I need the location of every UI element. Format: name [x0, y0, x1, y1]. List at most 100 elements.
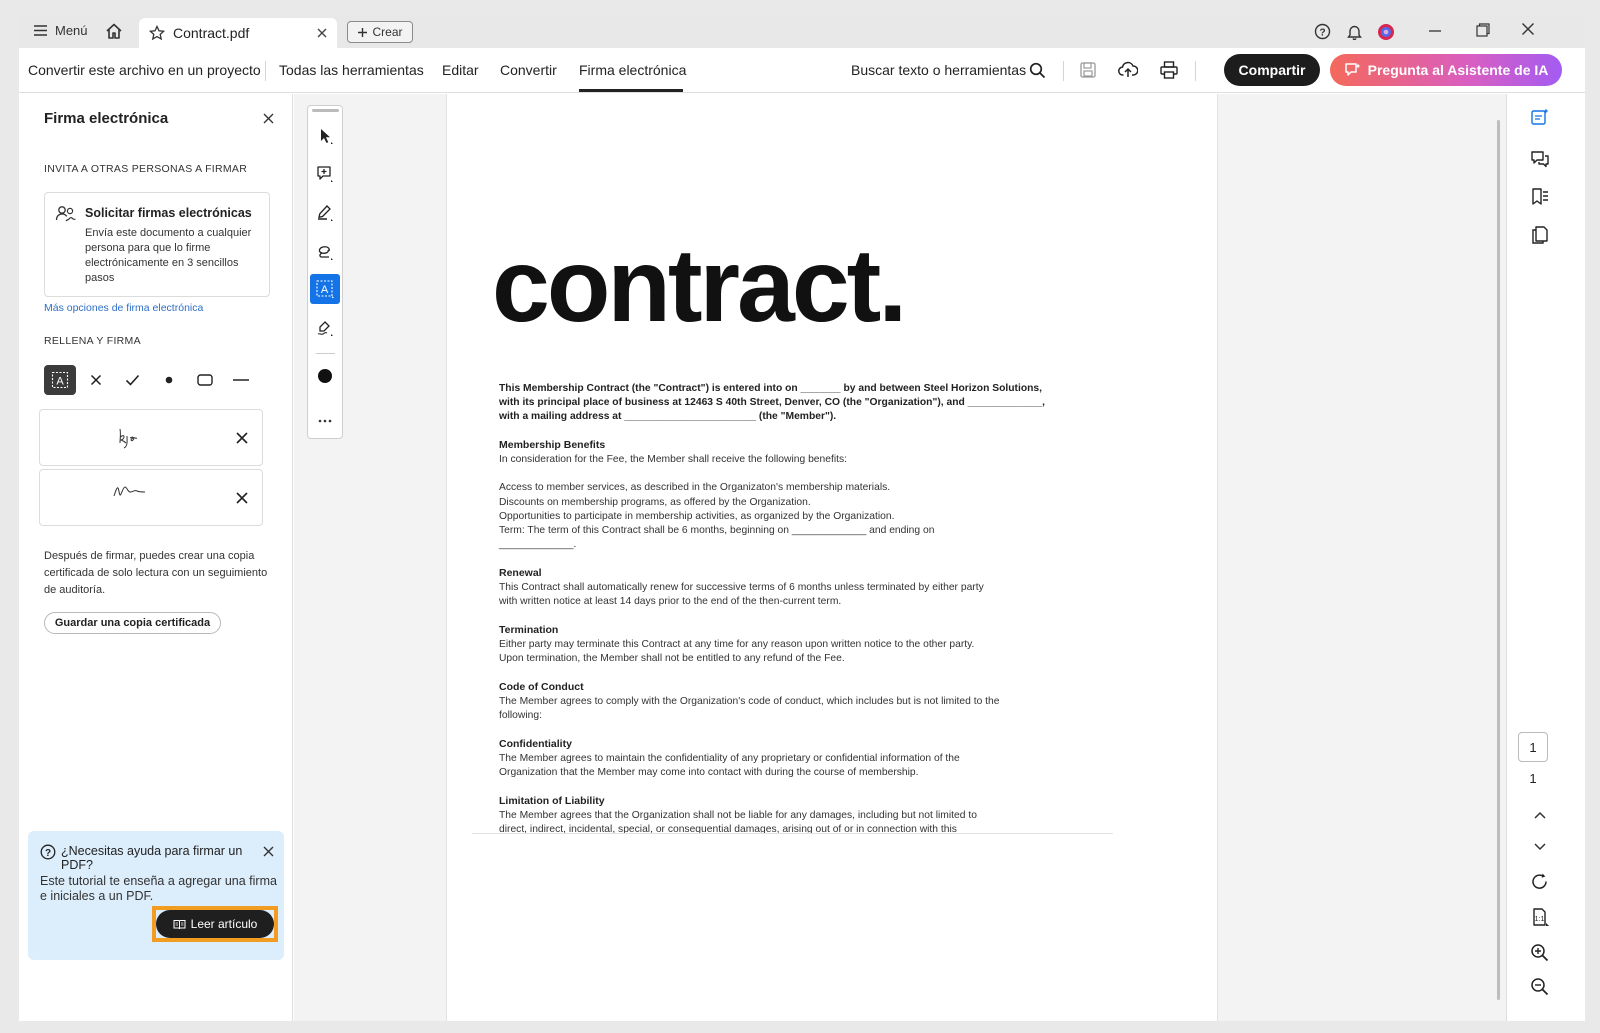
menu-label: Menú — [55, 23, 88, 38]
upload-cloud-icon[interactable] — [1118, 60, 1138, 80]
svg-text:A: A — [321, 284, 329, 296]
more-tools[interactable] — [310, 406, 340, 436]
zoom-in-icon[interactable] — [1527, 940, 1553, 966]
print-icon[interactable] — [1159, 60, 1179, 80]
invite-heading: INVITA A OTRAS PERSONAS A FIRMAR — [44, 163, 248, 175]
delete-initials-icon[interactable] — [236, 432, 248, 444]
svg-text:1:1: 1:1 — [1535, 916, 1545, 923]
title-bar: Menú Contract.pdf Crear ? — [19, 15, 1585, 48]
help-icon[interactable]: ? — [1314, 23, 1331, 40]
line-icon — [233, 378, 249, 382]
saved-initials[interactable] — [39, 409, 263, 466]
document-tab[interactable]: Contract.pdf — [139, 18, 337, 48]
create-button[interactable]: Crear — [347, 21, 413, 43]
highlight-tool[interactable] — [310, 198, 340, 228]
bookmarks-icon[interactable] — [1527, 184, 1553, 210]
tab-title: Contract.pdf — [173, 25, 250, 41]
menu-button[interactable]: Menú — [33, 23, 88, 38]
section-heading: Confidentiality — [499, 738, 572, 750]
rectangle-tool[interactable] — [189, 365, 221, 395]
vertical-scrollbar[interactable] — [1491, 94, 1505, 1021]
after-sign-text: Después de firmar, puedes crear una copi… — [44, 550, 268, 596]
close-tab-icon[interactable] — [317, 28, 327, 38]
fit-page-icon[interactable]: 1:1 — [1527, 904, 1553, 930]
rotate-icon[interactable] — [1527, 869, 1553, 895]
initials-signature-image — [115, 424, 147, 452]
avatar[interactable] — [1377, 23, 1395, 41]
request-description: Envía este documento a cualquier persona… — [85, 227, 252, 284]
svg-text:?: ? — [45, 848, 51, 859]
add-comment-tool[interactable] — [310, 159, 340, 189]
page-up-icon[interactable] — [1527, 802, 1553, 828]
text-field-tool[interactable]: A — [44, 365, 76, 395]
page-down-icon[interactable] — [1527, 834, 1553, 860]
cross-tool[interactable] — [80, 365, 112, 395]
request-signatures-card[interactable]: Solicitar firmas electrónicas Envía este… — [44, 192, 270, 297]
section-body: The Member agrees to comply with the Org… — [499, 696, 1000, 722]
pen-sign-icon — [316, 319, 334, 337]
section-heading: Termination — [499, 624, 559, 636]
saved-signature[interactable] — [39, 469, 263, 526]
quick-tools-strip: A — [307, 105, 343, 439]
close-window-icon[interactable] — [1521, 22, 1535, 36]
tab-convert[interactable]: Convertir — [500, 62, 557, 78]
freehand-loop-icon — [316, 243, 334, 261]
tab-e-sign[interactable]: Firma electrónica — [579, 62, 686, 78]
tab-all-tools[interactable]: Todas las herramientas — [279, 62, 424, 78]
section-heading: Membership Benefits — [499, 439, 606, 451]
draw-tool[interactable] — [310, 237, 340, 267]
close-panel-icon[interactable] — [263, 113, 274, 124]
pen-highlight-icon — [316, 204, 334, 222]
ai-chat-icon — [1344, 61, 1362, 79]
section-heading: Code of Conduct — [499, 681, 584, 693]
ai-summary-icon[interactable] — [1527, 104, 1553, 130]
pages-thumbnails-icon[interactable] — [1527, 222, 1553, 248]
ellipsis-icon — [318, 419, 332, 423]
search-icon[interactable] — [1029, 62, 1046, 79]
checkmark-tool[interactable] — [116, 365, 148, 395]
svg-text:A: A — [56, 376, 64, 388]
delete-signature-icon[interactable] — [236, 492, 248, 504]
panel-title: Firma electrónica — [44, 110, 169, 127]
color-picker[interactable] — [310, 361, 340, 391]
ai-assistant-button[interactable]: Pregunta al Asistente de IA — [1330, 54, 1562, 86]
section-body: In consideration for the Fee, the Member… — [499, 454, 935, 551]
divider — [265, 61, 266, 81]
home-icon[interactable] — [105, 22, 123, 40]
more-options-link[interactable]: Más opciones de firma electrónica — [44, 302, 203, 314]
book-icon — [173, 919, 186, 930]
zoom-out-icon[interactable] — [1527, 974, 1553, 1000]
select-tool[interactable] — [310, 121, 340, 151]
active-tab-indicator — [579, 89, 683, 92]
divider — [1195, 61, 1196, 81]
section-heading: Limitation of Liability — [499, 795, 605, 807]
star-icon[interactable] — [149, 25, 165, 41]
create-label: Crear — [372, 25, 403, 39]
minimize-icon[interactable] — [1427, 24, 1443, 38]
close-help-icon[interactable] — [263, 846, 274, 857]
current-page-input[interactable]: 1 — [1518, 732, 1548, 762]
search-label[interactable]: Buscar texto o herramientas — [851, 62, 1026, 78]
comments-icon[interactable] — [1527, 146, 1553, 172]
comment-plus-icon — [316, 165, 334, 183]
sign-tool[interactable] — [310, 313, 340, 343]
text-field-icon: A — [51, 371, 69, 389]
svg-text:?: ? — [1319, 28, 1325, 39]
drag-handle[interactable] — [312, 109, 339, 112]
pdf-page[interactable]: contract. This Membership Contract (the … — [446, 94, 1218, 1021]
text-field-tool-active[interactable]: A — [310, 274, 340, 304]
restore-icon[interactable] — [1475, 22, 1491, 38]
scrollbar-thumb[interactable] — [1497, 120, 1500, 1000]
help-title: ¿Necesitas ayuda para firmar un PDF? — [61, 844, 243, 872]
tab-edit[interactable]: Editar — [442, 62, 479, 78]
share-button[interactable]: Compartir — [1224, 54, 1320, 86]
dot-tool[interactable] — [153, 365, 185, 395]
convert-project-link[interactable]: Convertir este archivo en un proyecto — [28, 62, 261, 78]
bell-icon[interactable] — [1346, 23, 1363, 41]
read-article-button[interactable]: Leer artículo — [156, 910, 274, 938]
line-tool[interactable] — [225, 365, 257, 395]
section-heading: Renewal — [499, 567, 542, 579]
total-pages: 1 — [1529, 771, 1537, 786]
save-certified-copy-button[interactable]: Guardar una copia certificada — [44, 612, 221, 634]
save-icon[interactable] — [1079, 61, 1097, 79]
